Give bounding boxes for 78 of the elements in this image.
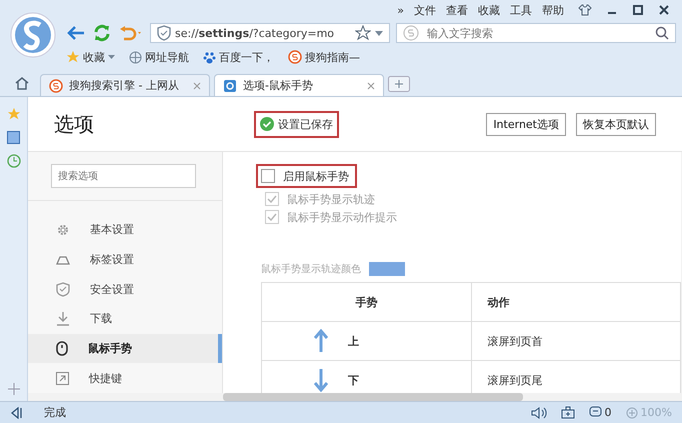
search-field[interactable]: 输入文字搜索: [396, 23, 676, 43]
arrow-down-icon: [314, 368, 328, 392]
nav-item[interactable]: 鼠标手势: [28, 334, 222, 364]
sogou-icon: [403, 25, 419, 41]
gesture-label: 上: [348, 334, 359, 348]
star-outline-icon[interactable]: [355, 25, 371, 41]
shield-icon: [56, 282, 70, 297]
window-icon[interactable]: [7, 131, 20, 144]
saved-status: 设置已保存: [254, 110, 339, 138]
undo-icon[interactable]: [118, 25, 144, 41]
menu-item[interactable]: 查看: [446, 2, 468, 18]
browser-tab[interactable]: 选项-鼠标手势: [214, 74, 384, 96]
close-icon[interactable]: [658, 4, 670, 16]
speaker-icon[interactable]: [530, 406, 547, 418]
checkbox-option: 鼠标手势显示动作提示: [261, 208, 401, 226]
clock-icon[interactable]: [6, 154, 20, 168]
browser-tab[interactable]: 搜狗搜索引擎 - 上网从: [40, 74, 210, 96]
check-circle-icon: [260, 117, 274, 131]
checkbox-option: 鼠标手势显示轨迹: [261, 190, 379, 208]
plus-icon[interactable]: [8, 383, 20, 395]
gesture-label: 下: [348, 372, 359, 388]
scrollbar-thumb[interactable]: [223, 393, 523, 401]
more-menu-button[interactable]: »: [397, 4, 404, 16]
star-icon: [66, 50, 80, 64]
globe-icon: [129, 50, 142, 64]
sidebar-toggle-icon[interactable]: [10, 406, 24, 418]
settings-button[interactable]: Internet选项: [486, 112, 566, 136]
address-url: se://settings/?category=mo: [175, 26, 336, 40]
toolbox-icon[interactable]: [560, 406, 575, 419]
menu-item[interactable]: 文件: [414, 2, 436, 18]
home-icon[interactable]: [14, 76, 30, 90]
zoom-in-icon: [626, 406, 638, 418]
shortcut-icon: [56, 372, 69, 385]
search-field[interactable]: 搜索选项: [51, 164, 196, 188]
menu-item[interactable]: 帮助: [542, 2, 564, 18]
nav-item[interactable]: 快捷键: [28, 363, 222, 393]
menu-item[interactable]: 工具: [510, 2, 532, 18]
nav-item[interactable]: 下载: [28, 304, 222, 334]
paw-icon: [203, 50, 216, 64]
arrow-up-icon: [314, 329, 328, 353]
gear-icon: [56, 222, 70, 237]
browser-logo-icon[interactable]: [10, 12, 56, 58]
bookmark-link[interactable]: 收藏: [83, 50, 105, 64]
sogou-icon: [288, 50, 302, 64]
page-title: 选项: [54, 110, 95, 138]
sogou-icon: [49, 78, 63, 92]
checkbox-option[interactable]: 启用鼠标手势: [256, 164, 357, 188]
nav-item[interactable]: 安全设置: [28, 274, 222, 304]
address-bar[interactable]: se://settings/?category=mo: [150, 23, 390, 43]
gear-icon: [223, 78, 237, 92]
search-icon[interactable]: [655, 26, 669, 40]
message-count[interactable]: 0: [588, 406, 612, 419]
star-icon[interactable]: [6, 107, 20, 121]
shirt-icon[interactable]: [578, 4, 592, 16]
tab-icon: [56, 254, 70, 265]
color-label: 鼠标手势显示轨迹颜色: [261, 262, 361, 276]
table-header: 手势: [262, 282, 471, 322]
table-header: 动作: [471, 282, 680, 322]
dropdown-caret-icon[interactable]: [108, 55, 115, 59]
shield-icon: [157, 25, 171, 41]
mouse-icon: [56, 341, 68, 356]
dropdown-caret-icon[interactable]: [375, 30, 383, 36]
bookmark-link[interactable]: 搜狗指南—: [305, 50, 360, 64]
nav-item[interactable]: 基本设置: [28, 215, 222, 245]
color-swatch[interactable]: [369, 262, 405, 276]
settings-button[interactable]: 恢复本页默认: [576, 112, 656, 136]
status-text: 完成: [44, 405, 66, 420]
nav-item[interactable]: 标签设置: [28, 244, 222, 274]
back-arrow-icon[interactable]: [66, 25, 86, 41]
bookmark-link[interactable]: 网址导航: [145, 50, 189, 64]
menu-item[interactable]: 收藏: [478, 2, 500, 18]
refresh-icon[interactable]: [92, 23, 112, 43]
download-icon: [56, 311, 70, 326]
maximize-icon[interactable]: [632, 4, 644, 16]
bookmark-link[interactable]: 百度一下，: [219, 50, 274, 64]
table-cell: 滚屏到页首: [471, 322, 680, 360]
chat-icon: [588, 406, 602, 419]
new-tab-icon[interactable]: [388, 76, 410, 92]
